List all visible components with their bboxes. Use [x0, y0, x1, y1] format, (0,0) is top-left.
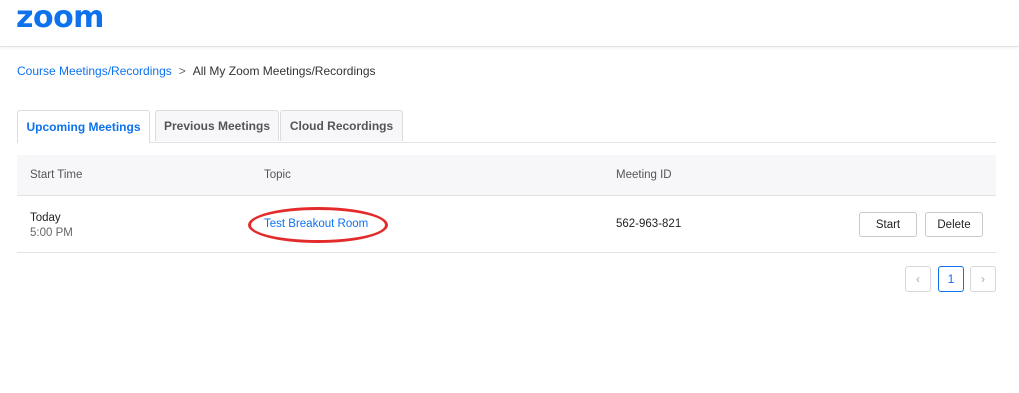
- start-button[interactable]: Start: [859, 212, 917, 237]
- table-header: Start Time Topic Meeting ID: [17, 155, 996, 196]
- table-row: Today 5:00 PM Test Breakout Room 562-963…: [17, 196, 996, 253]
- meetings-tabs: Upcoming Meetings Previous Meetings Clou…: [17, 110, 996, 143]
- top-bar: zoom: [0, 0, 1019, 47]
- breadcrumb-separator: >: [178, 64, 186, 78]
- meeting-topic-link[interactable]: Test Breakout Room: [264, 218, 368, 230]
- tab-upcoming-meetings[interactable]: Upcoming Meetings: [17, 110, 150, 143]
- breadcrumb-current: All My Zoom Meetings/Recordings: [192, 64, 376, 78]
- tab-previous-meetings[interactable]: Previous Meetings: [155, 110, 279, 141]
- start-time-cell: Today 5:00 PM: [30, 211, 73, 241]
- header-topic: Topic: [264, 169, 291, 181]
- zoom-logo[interactable]: zoom: [16, 1, 104, 35]
- breadcrumb: Course Meetings/Recordings > All My Zoom M…: [17, 64, 376, 78]
- breadcrumb-link-course-meetings[interactable]: Course Meetings/Recordings: [17, 64, 172, 78]
- pagination-page-1[interactable]: 1: [938, 266, 964, 292]
- header-meeting-id: Meeting ID: [616, 169, 672, 181]
- pagination-prev-icon[interactable]: ‹: [905, 266, 931, 292]
- start-time: 5:00 PM: [30, 227, 73, 239]
- tab-cloud-recordings[interactable]: Cloud Recordings: [280, 110, 403, 141]
- delete-button[interactable]: Delete: [925, 212, 983, 237]
- start-day: Today: [30, 212, 61, 224]
- pagination-next-icon[interactable]: ›: [970, 266, 996, 292]
- meeting-id: 562-963-821: [616, 218, 682, 230]
- header-start-time: Start Time: [30, 169, 83, 181]
